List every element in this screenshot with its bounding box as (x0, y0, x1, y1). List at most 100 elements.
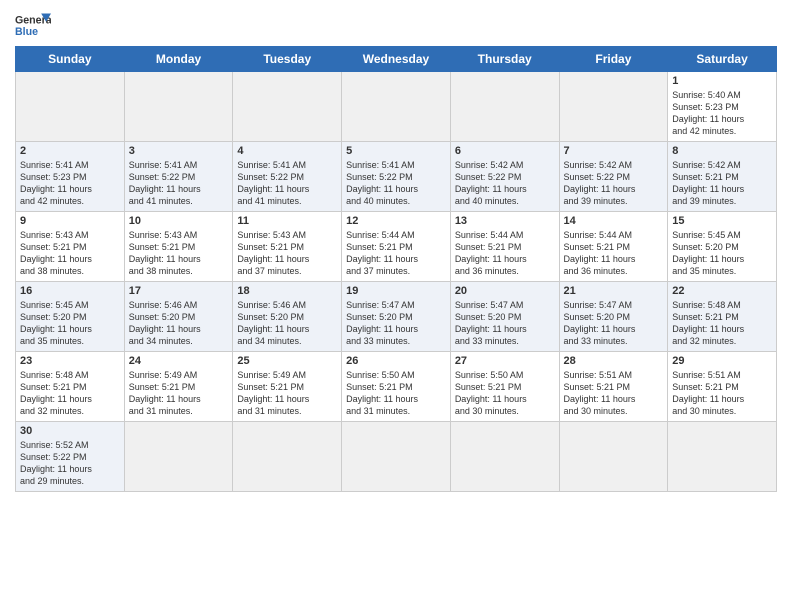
day-number: 1 (672, 75, 772, 87)
day-number: 13 (455, 215, 555, 227)
calendar-cell: 27 Sunrise: 5:50 AM Sunset: 5:21 PM Dayli… (450, 352, 559, 422)
day-info: Sunrise: 5:47 AM Sunset: 5:20 PM Dayligh… (346, 299, 446, 348)
calendar-cell: 4 Sunrise: 5:41 AM Sunset: 5:22 PM Daylig… (233, 142, 342, 212)
day-info: Sunrise: 5:41 AM Sunset: 5:22 PM Dayligh… (346, 159, 446, 208)
day-number: 12 (346, 215, 446, 227)
calendar-cell: 20 Sunrise: 5:47 AM Sunset: 5:20 PM Dayli… (450, 282, 559, 352)
day-number: 10 (129, 215, 229, 227)
calendar-week-row: 1 Sunrise: 5:40 AM Sunset: 5:23 PM Daylig… (16, 72, 777, 142)
calendar-cell: 30 Sunrise: 5:52 AM Sunset: 5:22 PM Dayli… (16, 422, 125, 492)
day-info: Sunrise: 5:50 AM Sunset: 5:21 PM Dayligh… (455, 369, 555, 418)
day-number: 17 (129, 285, 229, 297)
day-number: 4 (237, 145, 337, 157)
day-info: Sunrise: 5:50 AM Sunset: 5:21 PM Dayligh… (346, 369, 446, 418)
day-info: Sunrise: 5:43 AM Sunset: 5:21 PM Dayligh… (129, 229, 229, 278)
day-info: Sunrise: 5:46 AM Sunset: 5:20 PM Dayligh… (129, 299, 229, 348)
calendar-header-sunday: Sunday (16, 47, 125, 72)
calendar-week-row: 23 Sunrise: 5:48 AM Sunset: 5:21 PM Dayli… (16, 352, 777, 422)
calendar-cell (124, 72, 233, 142)
calendar-week-row: 16 Sunrise: 5:45 AM Sunset: 5:20 PM Dayli… (16, 282, 777, 352)
calendar-cell: 16 Sunrise: 5:45 AM Sunset: 5:20 PM Dayli… (16, 282, 125, 352)
calendar-cell: 11 Sunrise: 5:43 AM Sunset: 5:21 PM Dayli… (233, 212, 342, 282)
day-number: 20 (455, 285, 555, 297)
generalblue-logo-icon: General Blue (15, 10, 51, 40)
calendar-week-row: 9Sunrise: 5:43 AM Sunset: 5:21 PM Daylig… (16, 212, 777, 282)
day-info: Sunrise: 5:51 AM Sunset: 5:21 PM Dayligh… (564, 369, 664, 418)
calendar-cell: 7 Sunrise: 5:42 AM Sunset: 5:22 PM Daylig… (559, 142, 668, 212)
calendar-cell: 3 Sunrise: 5:41 AM Sunset: 5:22 PM Daylig… (124, 142, 233, 212)
day-info: Sunrise: 5:51 AM Sunset: 5:21 PM Dayligh… (672, 369, 772, 418)
calendar-cell: 24Sunrise: 5:49 AM Sunset: 5:21 PM Dayli… (124, 352, 233, 422)
day-number: 15 (672, 215, 772, 227)
calendar-table: SundayMondayTuesdayWednesdayThursdayFrid… (15, 46, 777, 492)
day-info: Sunrise: 5:41 AM Sunset: 5:23 PM Dayligh… (20, 159, 120, 208)
day-info: Sunrise: 5:42 AM Sunset: 5:22 PM Dayligh… (564, 159, 664, 208)
calendar-cell: 2 Sunrise: 5:41 AM Sunset: 5:23 PM Daylig… (16, 142, 125, 212)
day-info: Sunrise: 5:46 AM Sunset: 5:20 PM Dayligh… (237, 299, 337, 348)
svg-text:Blue: Blue (15, 26, 38, 38)
calendar-cell (450, 422, 559, 492)
calendar-header-thursday: Thursday (450, 47, 559, 72)
page: General Blue SundayMondayTuesdayWednesda… (0, 0, 792, 612)
day-info: Sunrise: 5:47 AM Sunset: 5:20 PM Dayligh… (564, 299, 664, 348)
day-info: Sunrise: 5:42 AM Sunset: 5:21 PM Dayligh… (672, 159, 772, 208)
calendar-cell: 10 Sunrise: 5:43 AM Sunset: 5:21 PM Dayli… (124, 212, 233, 282)
day-info: Sunrise: 5:52 AM Sunset: 5:22 PM Dayligh… (20, 439, 120, 488)
calendar-header-row: SundayMondayTuesdayWednesdayThursdayFrid… (16, 47, 777, 72)
day-number: 30 (20, 425, 120, 437)
day-number: 23 (20, 355, 120, 367)
day-number: 7 (564, 145, 664, 157)
calendar-cell (450, 72, 559, 142)
day-info: Sunrise: 5:45 AM Sunset: 5:20 PM Dayligh… (672, 229, 772, 278)
calendar-cell: 28 Sunrise: 5:51 AM Sunset: 5:21 PM Dayli… (559, 352, 668, 422)
day-number: 26 (346, 355, 446, 367)
day-number: 16 (20, 285, 120, 297)
day-info: Sunrise: 5:41 AM Sunset: 5:22 PM Dayligh… (237, 159, 337, 208)
day-info: Sunrise: 5:48 AM Sunset: 5:21 PM Dayligh… (20, 369, 120, 418)
day-number: 19 (346, 285, 446, 297)
calendar-cell: 13Sunrise: 5:44 AM Sunset: 5:21 PM Dayli… (450, 212, 559, 282)
day-info: Sunrise: 5:49 AM Sunset: 5:21 PM Dayligh… (129, 369, 229, 418)
calendar-cell (668, 422, 777, 492)
day-number: 5 (346, 145, 446, 157)
calendar-header-friday: Friday (559, 47, 668, 72)
calendar-cell: 17 Sunrise: 5:46 AM Sunset: 5:20 PM Dayli… (124, 282, 233, 352)
day-info: Sunrise: 5:40 AM Sunset: 5:23 PM Dayligh… (672, 89, 772, 138)
day-number: 11 (237, 215, 337, 227)
calendar-cell: 26 Sunrise: 5:50 AM Sunset: 5:21 PM Dayli… (342, 352, 451, 422)
calendar-cell: 29 Sunrise: 5:51 AM Sunset: 5:21 PM Dayli… (668, 352, 777, 422)
calendar-cell: 9Sunrise: 5:43 AM Sunset: 5:21 PM Daylig… (16, 212, 125, 282)
calendar-cell: 12 Sunrise: 5:44 AM Sunset: 5:21 PM Dayli… (342, 212, 451, 282)
calendar-cell (559, 422, 668, 492)
calendar-cell (233, 422, 342, 492)
day-number: 3 (129, 145, 229, 157)
calendar-cell: 14Sunrise: 5:44 AM Sunset: 5:21 PM Dayli… (559, 212, 668, 282)
calendar-cell: 6Sunrise: 5:42 AM Sunset: 5:22 PM Daylig… (450, 142, 559, 212)
calendar-week-row: 2 Sunrise: 5:41 AM Sunset: 5:23 PM Daylig… (16, 142, 777, 212)
day-info: Sunrise: 5:45 AM Sunset: 5:20 PM Dayligh… (20, 299, 120, 348)
calendar-cell: 1 Sunrise: 5:40 AM Sunset: 5:23 PM Daylig… (668, 72, 777, 142)
calendar-cell (559, 72, 668, 142)
day-info: Sunrise: 5:49 AM Sunset: 5:21 PM Dayligh… (237, 369, 337, 418)
day-number: 29 (672, 355, 772, 367)
calendar-cell: 25Sunrise: 5:49 AM Sunset: 5:21 PM Dayli… (233, 352, 342, 422)
day-info: Sunrise: 5:44 AM Sunset: 5:21 PM Dayligh… (346, 229, 446, 278)
day-info: Sunrise: 5:47 AM Sunset: 5:20 PM Dayligh… (455, 299, 555, 348)
calendar-cell: 5 Sunrise: 5:41 AM Sunset: 5:22 PM Daylig… (342, 142, 451, 212)
header: General Blue (15, 10, 777, 40)
logo: General Blue (15, 10, 51, 40)
day-number: 27 (455, 355, 555, 367)
calendar-cell (124, 422, 233, 492)
day-number: 8 (672, 145, 772, 157)
day-info: Sunrise: 5:41 AM Sunset: 5:22 PM Dayligh… (129, 159, 229, 208)
calendar-cell (342, 422, 451, 492)
calendar-cell (16, 72, 125, 142)
day-number: 2 (20, 145, 120, 157)
day-number: 28 (564, 355, 664, 367)
calendar-cell: 15 Sunrise: 5:45 AM Sunset: 5:20 PM Dayli… (668, 212, 777, 282)
calendar-cell: 22Sunrise: 5:48 AM Sunset: 5:21 PM Dayli… (668, 282, 777, 352)
day-info: Sunrise: 5:44 AM Sunset: 5:21 PM Dayligh… (564, 229, 664, 278)
day-info: Sunrise: 5:43 AM Sunset: 5:21 PM Dayligh… (237, 229, 337, 278)
calendar-header-tuesday: Tuesday (233, 47, 342, 72)
calendar-cell: 8 Sunrise: 5:42 AM Sunset: 5:21 PM Daylig… (668, 142, 777, 212)
